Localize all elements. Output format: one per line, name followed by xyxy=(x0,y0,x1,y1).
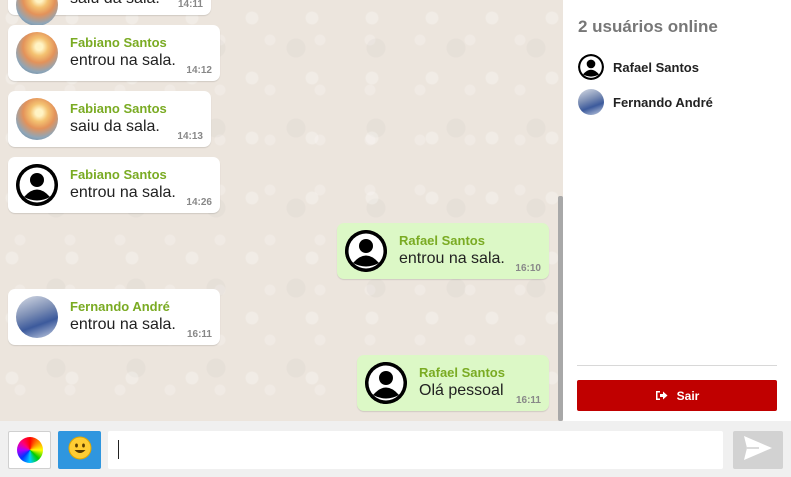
sign-out-icon xyxy=(655,390,668,401)
sender-name: Rafael Santos xyxy=(399,233,485,248)
sender-name: Fabiano Santos xyxy=(70,35,167,50)
online-users-sidebar: 2 usuários online Rafael Santos Fernando… xyxy=(563,0,791,421)
online-user-name: Rafael Santos xyxy=(613,59,699,75)
online-user-item[interactable]: Fernando André xyxy=(578,89,713,115)
emoji-button[interactable] xyxy=(58,431,101,469)
color-picker-button[interactable] xyxy=(8,431,51,469)
text-cursor xyxy=(118,440,119,459)
message-bubble: Rafael Santos entrou na sala. 16:10 xyxy=(337,223,549,279)
logout-label: Sair xyxy=(676,388,700,403)
message-bubble: Fabiano Santos entrou na sala. 14:12 xyxy=(8,25,220,81)
message-time: 14:13 xyxy=(177,131,203,142)
message-bubble: saiu da sala. 14:11 xyxy=(8,0,211,26)
online-users-title: 2 usuários online xyxy=(578,17,718,36)
message-text: saiu da sala. xyxy=(70,0,160,8)
sender-avatar xyxy=(16,98,58,140)
message-text: Olá pessoal xyxy=(419,382,504,399)
sender-name: Fabiano Santos xyxy=(70,101,167,116)
message-time: 14:11 xyxy=(177,0,203,10)
color-wheel-icon xyxy=(16,437,43,463)
sender-name: Fabiano Santos xyxy=(70,167,167,182)
online-user-item[interactable]: Rafael Santos xyxy=(578,54,699,80)
send-button[interactable] xyxy=(733,431,783,469)
default-user-icon xyxy=(345,230,387,272)
default-user-icon xyxy=(578,54,604,80)
message-text: saiu da sala. xyxy=(70,118,160,135)
online-user-name: Fernando André xyxy=(613,94,713,110)
chat-message-area[interactable]: saiu da sala. 14:11 Fabiano Santos entro… xyxy=(0,0,563,421)
sender-avatar xyxy=(16,32,58,74)
message-text: entrou na sala. xyxy=(70,316,176,333)
message-text: entrou na sala. xyxy=(70,184,176,201)
message-bubble: Rafael Santos Olá pessoal 16:11 xyxy=(357,355,549,411)
sender-name: Fernando André xyxy=(70,299,170,314)
message-text: entrou na sala. xyxy=(399,250,505,267)
sender-avatar xyxy=(16,296,58,338)
user-avatar xyxy=(578,89,604,115)
sender-avatar xyxy=(16,0,58,26)
send-arrow-icon xyxy=(743,435,773,466)
message-bubble: Fabiano Santos saiu da sala. 14:13 xyxy=(8,91,211,147)
message-text: entrou na sala. xyxy=(70,52,176,69)
smiley-icon xyxy=(68,436,92,465)
message-time: 14:26 xyxy=(186,197,212,208)
message-time: 16:10 xyxy=(515,263,541,274)
message-bubble: Fabiano Santos entrou na sala. 14:26 xyxy=(8,157,220,213)
message-time: 14:12 xyxy=(186,65,212,76)
message-time: 16:11 xyxy=(515,395,541,406)
logout-button[interactable]: Sair xyxy=(577,380,777,411)
message-input-bar xyxy=(0,421,791,477)
message-bubble: Fernando André entrou na sala. 16:11 xyxy=(8,289,220,345)
default-user-icon xyxy=(16,164,58,206)
message-input[interactable] xyxy=(108,431,723,469)
sender-name: Rafael Santos xyxy=(419,365,505,380)
sidebar-divider xyxy=(577,365,777,366)
default-user-icon xyxy=(365,362,407,404)
message-time: 16:11 xyxy=(186,329,212,340)
